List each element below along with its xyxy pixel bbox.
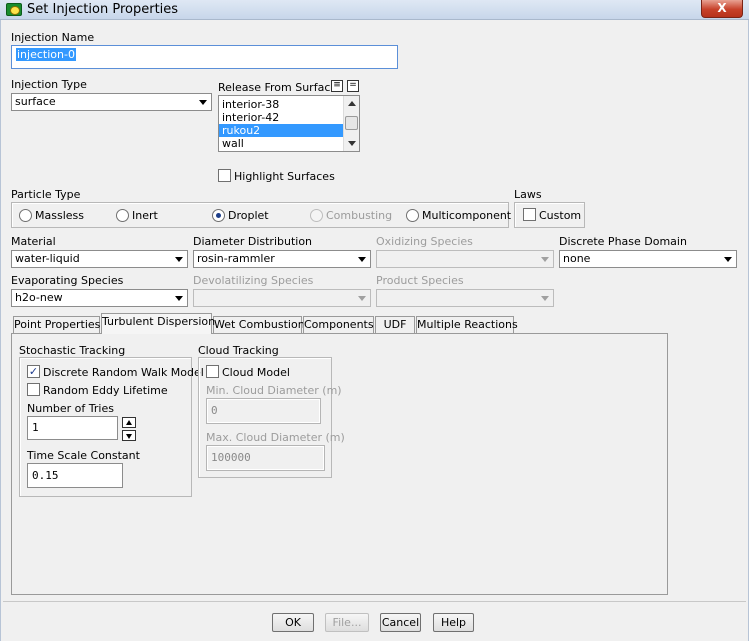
random-eddy-lifetime-checkbox[interactable] (27, 383, 40, 396)
tab-point-properties[interactable]: Point Properties (13, 316, 100, 334)
file-button[interactable]: File... (325, 613, 369, 632)
highlight-surfaces-checkbox[interactable] (218, 169, 231, 182)
product-species-dropdown[interactable] (376, 289, 554, 307)
scroll-down-icon[interactable] (348, 141, 356, 146)
chevron-down-icon (358, 257, 366, 262)
particle-type-label: Particle Type (11, 188, 81, 201)
list-item[interactable]: rukou2 (219, 124, 343, 137)
max-cloud-diameter-input[interactable]: 100000 (206, 445, 325, 471)
number-of-tries-label: Number of Tries (27, 402, 114, 415)
oxidizing-species-dropdown[interactable] (376, 250, 554, 268)
cloud-tracking-label: Cloud Tracking (198, 344, 279, 357)
radio-multicomponent[interactable] (406, 209, 419, 222)
tab-multiple-reactions[interactable]: Multiple Reactions (416, 316, 518, 334)
discrete-random-walk-checkbox[interactable]: ✓ (27, 365, 40, 378)
discrete-phase-domain-dropdown[interactable]: none (559, 250, 737, 268)
release-surfaces-listbox[interactable]: interior-38 interior-42 rukou2 wall (218, 95, 360, 152)
fluent-app-icon (6, 3, 22, 16)
list-item[interactable]: wall (219, 137, 343, 150)
stochastic-tracking-label: Stochastic Tracking (19, 344, 126, 357)
max-cloud-diameter-label: Max. Cloud Diameter (m) (206, 431, 345, 444)
scroll-up-icon[interactable] (348, 101, 356, 106)
radio-massless-label: Massless (35, 209, 84, 222)
evaporating-species-value: h2o-new (15, 291, 63, 304)
chevron-down-icon (175, 257, 183, 262)
injection-type-value: surface (15, 95, 56, 108)
title-bar: Set Injection Properties X (0, 0, 749, 20)
highlight-surfaces-label: Highlight Surfaces (234, 170, 335, 183)
window-title: Set Injection Properties (27, 2, 179, 17)
cloud-model-checkbox[interactable] (206, 365, 219, 378)
diameter-distribution-value: rosin-rammler (197, 252, 275, 265)
laws-label: Laws (514, 188, 542, 201)
cancel-button[interactable]: Cancel (380, 613, 421, 632)
radio-droplet[interactable] (212, 209, 225, 222)
chevron-down-icon (358, 296, 366, 301)
oxidizing-species-label: Oxidizing Species (376, 235, 473, 248)
diameter-distribution-dropdown[interactable]: rosin-rammler (193, 250, 371, 268)
discrete-random-walk-label: Discrete Random Walk Model (43, 366, 204, 379)
injection-name-label: Injection Name (11, 31, 95, 44)
radio-inert[interactable] (116, 209, 129, 222)
radio-combusting[interactable] (310, 209, 323, 222)
material-value: water-liquid (15, 252, 80, 265)
bottom-separator (3, 601, 746, 602)
arrow-down-icon (126, 434, 132, 439)
help-button[interactable]: Help (433, 613, 474, 632)
injection-type-label: Injection Type (11, 78, 87, 91)
min-cloud-diameter-label: Min. Cloud Diameter (m) (206, 384, 342, 397)
list-item[interactable]: interior-42 (219, 111, 343, 124)
surfaces-scrollbar[interactable] (343, 96, 359, 151)
radio-multicomponent-label: Multicomponent (422, 209, 512, 222)
material-label: Material (11, 235, 56, 248)
devolatilizing-species-label: Devolatilizing Species (193, 274, 314, 287)
custom-laws-label: Custom (539, 209, 582, 222)
radio-inert-label: Inert (132, 209, 158, 222)
random-eddy-lifetime-label: Random Eddy Lifetime (43, 384, 168, 397)
chevron-down-icon (175, 296, 183, 301)
decrement-tries-button[interactable] (122, 430, 136, 441)
discrete-phase-domain-label: Discrete Phase Domain (559, 235, 687, 248)
evaporating-species-dropdown[interactable]: h2o-new (11, 289, 188, 307)
diameter-distribution-label: Diameter Distribution (193, 235, 313, 248)
select-all-surfaces-button[interactable]: ≡ (331, 80, 343, 92)
min-cloud-diameter-input[interactable]: 0 (206, 398, 321, 424)
chevron-down-icon (724, 257, 732, 262)
scroll-thumb[interactable] (345, 116, 358, 130)
deselect-all-surfaces-button[interactable]: = (347, 80, 359, 92)
tab-wet-combustion[interactable]: Wet Combustion (213, 316, 305, 334)
chevron-down-icon (541, 296, 549, 301)
time-scale-constant-input[interactable]: 0.15 (27, 463, 123, 488)
tab-udf[interactable]: UDF (375, 316, 415, 334)
tab-components[interactable]: Components (303, 316, 374, 334)
close-button[interactable]: X (701, 0, 743, 18)
radio-combusting-label: Combusting (326, 209, 393, 222)
evaporating-species-label: Evaporating Species (11, 274, 124, 287)
product-species-label: Product Species (376, 274, 464, 287)
custom-laws-checkbox[interactable] (523, 208, 536, 221)
injection-type-dropdown[interactable]: surface (11, 93, 212, 111)
list-item[interactable]: interior-38 (219, 98, 343, 111)
injection-name-input[interactable]: injection-0 (11, 45, 398, 69)
radio-massless[interactable] (19, 209, 32, 222)
chevron-down-icon (541, 257, 549, 262)
discrete-phase-domain-value: none (563, 252, 591, 265)
increment-tries-button[interactable] (122, 417, 136, 428)
tab-turbulent-dispersion[interactable]: Turbulent Dispersion (101, 313, 215, 334)
arrow-up-icon (126, 420, 132, 425)
number-of-tries-input[interactable]: 1 (27, 416, 118, 440)
ok-button[interactable]: OK (272, 613, 314, 632)
radio-droplet-label: Droplet (228, 209, 269, 222)
cloud-model-label: Cloud Model (222, 366, 290, 379)
devolatilizing-species-dropdown[interactable] (193, 289, 371, 307)
release-from-surfaces-label: Release From Surfaces (218, 81, 343, 94)
chevron-down-icon (199, 100, 207, 105)
material-dropdown[interactable]: water-liquid (11, 250, 188, 268)
time-scale-constant-label: Time Scale Constant (27, 449, 140, 462)
injection-name-value: injection-0 (16, 48, 76, 61)
